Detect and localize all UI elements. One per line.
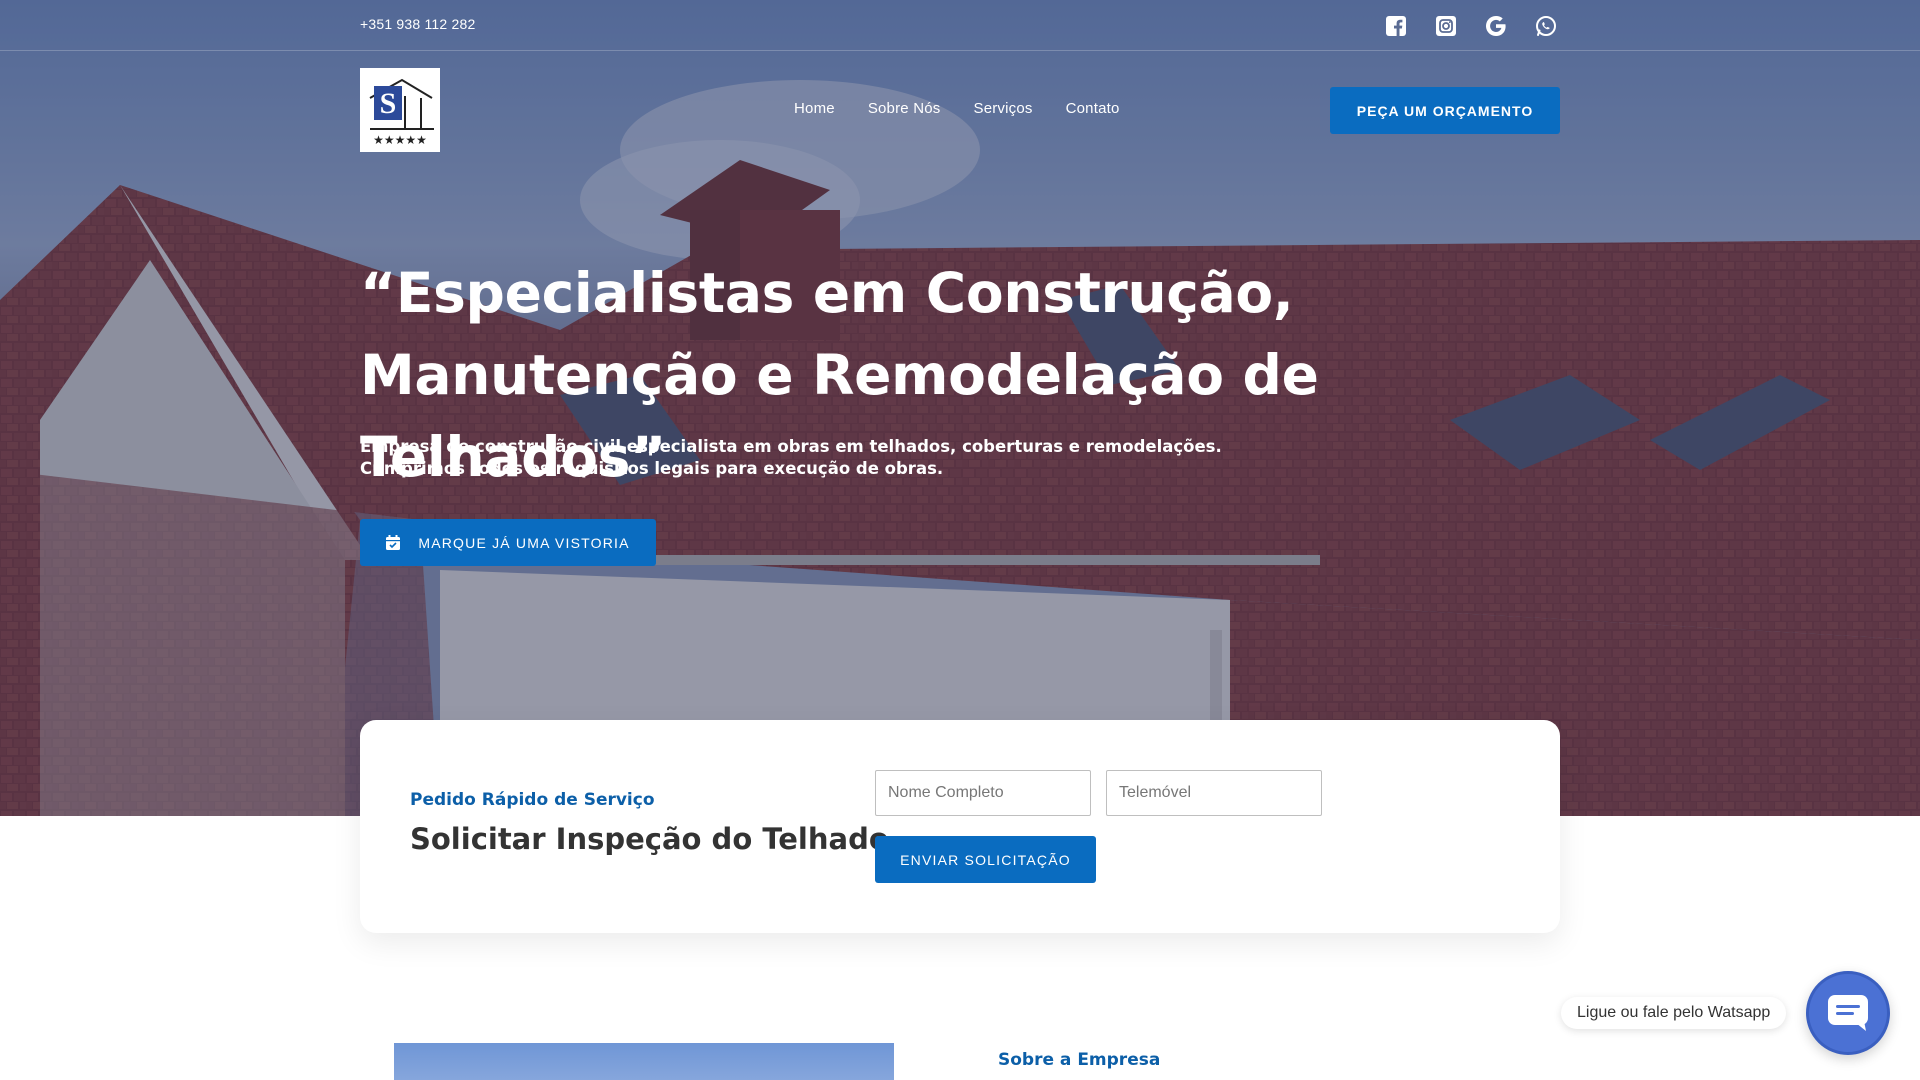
quick-request-kicker: Pedido Rápido de Serviço xyxy=(410,790,655,810)
facebook-icon[interactable] xyxy=(1384,14,1408,38)
nav-contato[interactable]: Contato xyxy=(1066,100,1120,117)
mobile-phone-input[interactable] xyxy=(1106,770,1322,816)
nav-home[interactable]: Home xyxy=(794,100,835,117)
hero-subtitle-line-1: Empresa de construção civil especialista… xyxy=(360,437,1222,456)
main-nav: Home Sobre Nós Serviços Contato xyxy=(794,100,1120,117)
phone-number[interactable]: +351 938 112 282 xyxy=(360,16,475,32)
schedule-inspection-label: MARQUE JÁ UMA VISTORIA xyxy=(418,534,630,551)
svg-text:S: S xyxy=(380,87,397,120)
instagram-icon[interactable] xyxy=(1434,14,1458,38)
quote-button[interactable]: PEÇA UM ORÇAMENTO xyxy=(1330,87,1560,134)
logo-mark-icon: S ★★★★★ xyxy=(369,78,434,147)
chat-icon xyxy=(1828,995,1868,1031)
hero-title-line-1: “Especialistas em Construção, xyxy=(360,261,1294,325)
top-bar: +351 938 112 282 xyxy=(0,0,1920,51)
quick-request-title: Solicitar Inspeção do Telhado xyxy=(410,822,889,856)
calendar-icon xyxy=(386,535,401,550)
about-kicker: Sobre a Empresa xyxy=(998,1050,1161,1070)
about-image xyxy=(394,1043,894,1080)
chat-button[interactable] xyxy=(1806,971,1890,1055)
nav-sobre-nos[interactable]: Sobre Nós xyxy=(868,100,941,117)
nav-servicos[interactable]: Serviços xyxy=(973,100,1032,117)
chat-label[interactable]: Ligue ou fale pelo Watsapp xyxy=(1561,997,1787,1029)
full-name-input[interactable] xyxy=(875,770,1091,816)
svg-text:★★★★★: ★★★★★ xyxy=(373,133,427,147)
hero-subtitle: Empresa de construção civil especialista… xyxy=(360,436,1260,480)
quick-request-card: Pedido Rápido de Serviço Solicitar Inspe… xyxy=(360,720,1560,933)
schedule-inspection-button[interactable]: MARQUE JÁ UMA VISTORIA xyxy=(360,519,656,566)
social-links xyxy=(1384,14,1558,38)
google-icon[interactable] xyxy=(1484,14,1508,38)
logo[interactable]: S ★★★★★ xyxy=(360,68,440,152)
send-request-button[interactable]: ENVIAR SOLICITAÇÃO xyxy=(875,836,1096,883)
hero-subtitle-line-2: Cumprimos todos os requisitos legais par… xyxy=(360,459,944,478)
whatsapp-icon[interactable] xyxy=(1534,14,1558,38)
